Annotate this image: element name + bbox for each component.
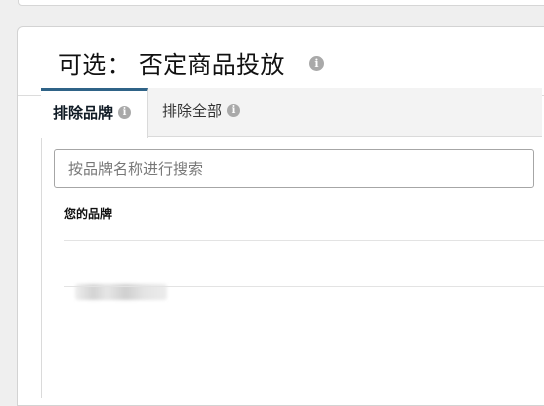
info-icon[interactable]: i <box>118 106 132 119</box>
tab-container: 排除品牌 i 排除全部 i 您的品牌 <box>41 88 544 398</box>
panel-header: 可选： 否定商品投放 i <box>18 27 544 96</box>
divider <box>64 286 544 287</box>
brand-search-input[interactable] <box>54 149 534 188</box>
your-brands-header: 您的品牌 <box>64 207 113 221</box>
previous-panel-edge <box>18 0 544 6</box>
tab-bar: 排除品牌 i 排除全部 i <box>41 88 542 138</box>
panel-title: 可选： 否定商品投放 <box>58 51 285 79</box>
info-icon[interactable]: i <box>227 104 241 117</box>
info-icon[interactable]: i <box>309 56 324 71</box>
tab-label: 排除全部 <box>162 102 223 120</box>
tab-exclude-brands[interactable]: 排除品牌 i <box>41 88 148 138</box>
tab-exclude-all[interactable]: 排除全部 i <box>162 88 241 137</box>
tab-label: 排除品牌 <box>53 104 114 122</box>
divider <box>64 240 544 241</box>
